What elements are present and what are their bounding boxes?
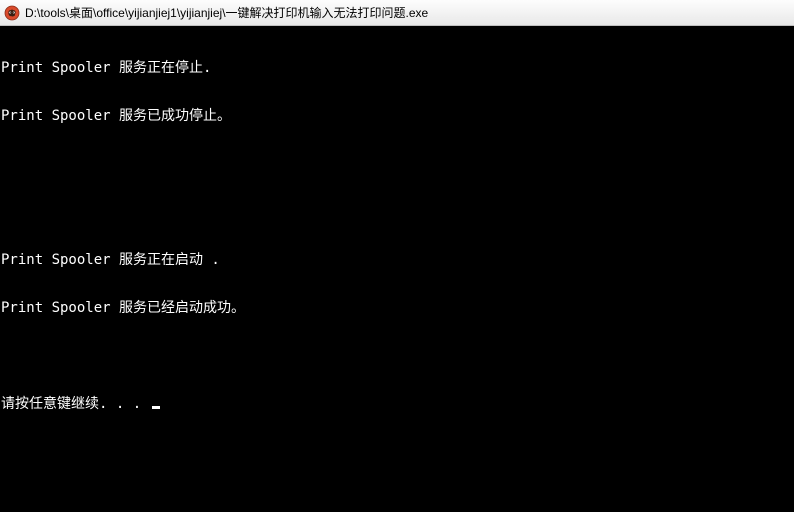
app-icon [4,5,20,21]
titlebar[interactable]: D:\tools\桌面\office\yijianjiej1\yijianjie… [0,0,794,26]
console-line: Print Spooler 服务正在停止. [1,60,794,76]
console-line: Print Spooler 服务已经启动成功。 [1,300,794,316]
console-line [1,348,794,364]
console-prompt-text: 请按任意键继续. . . [1,396,150,412]
console-line [1,156,794,172]
console-window: D:\tools\桌面\office\yijianjiej1\yijianjie… [0,0,794,512]
cursor [152,406,160,409]
console-line: Print Spooler 服务正在启动 . [1,252,794,268]
window-title: D:\tools\桌面\office\yijianjiej1\yijianjie… [25,4,428,21]
console-output[interactable]: Print Spooler 服务正在停止. Print Spooler 服务已成… [0,26,794,512]
console-line [1,204,794,220]
console-prompt-line: 请按任意键继续. . . [1,396,794,412]
console-line: Print Spooler 服务已成功停止。 [1,108,794,124]
